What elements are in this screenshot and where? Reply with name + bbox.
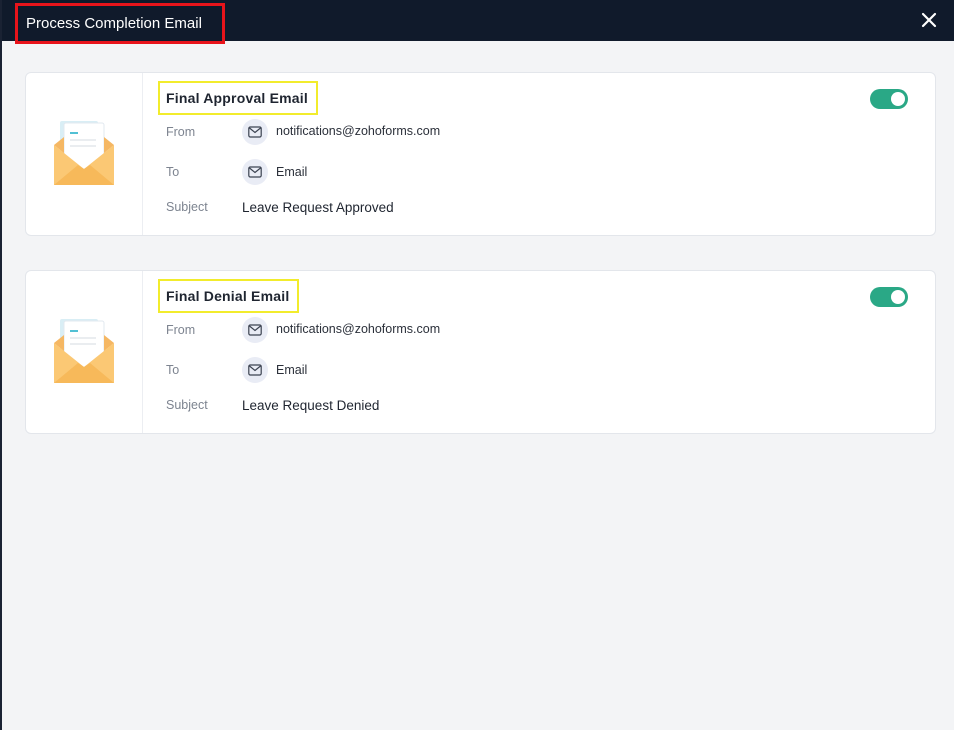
to-label: To: [166, 363, 180, 377]
mail-icon: [242, 317, 268, 343]
enable-toggle[interactable]: [870, 287, 908, 307]
email-card-final-approval[interactable]: Final Approval Email From notifications@…: [25, 72, 936, 236]
from-label: From: [166, 125, 196, 139]
subject-value: Leave Request Approved: [242, 200, 394, 215]
card-title: Final Denial Email: [158, 279, 300, 313]
toggle-knob: [891, 290, 905, 304]
from-label: From: [166, 323, 196, 337]
mail-icon: [242, 357, 268, 383]
to-value: Email: [276, 165, 308, 179]
email-card-final-denial[interactable]: Final Denial Email From notifications@zo…: [25, 270, 936, 434]
to-value: Email: [276, 363, 308, 377]
enable-toggle[interactable]: [870, 89, 908, 109]
envelope-illustration-icon: [54, 319, 114, 383]
process-completion-email-panel: Process Completion Email Final Approval: [0, 0, 954, 730]
card-illustration-area: [26, 271, 143, 433]
close-icon[interactable]: [918, 9, 940, 31]
card-title: Final Approval Email: [158, 81, 318, 115]
to-label: To: [166, 165, 180, 179]
from-value: notifications@zohoforms.com: [276, 124, 441, 138]
from-value: notifications@zohoforms.com: [276, 322, 441, 336]
envelope-illustration-icon: [54, 121, 114, 185]
subject-label: Subject: [166, 398, 208, 412]
mail-icon: [242, 119, 268, 145]
subject-label: Subject: [166, 200, 208, 214]
panel-title: Process Completion Email: [15, 3, 225, 44]
panel-header: Process Completion Email: [2, 0, 954, 44]
toggle-knob: [891, 92, 905, 106]
subject-value: Leave Request Denied: [242, 398, 380, 413]
mail-icon: [242, 159, 268, 185]
card-illustration-area: [26, 73, 143, 235]
